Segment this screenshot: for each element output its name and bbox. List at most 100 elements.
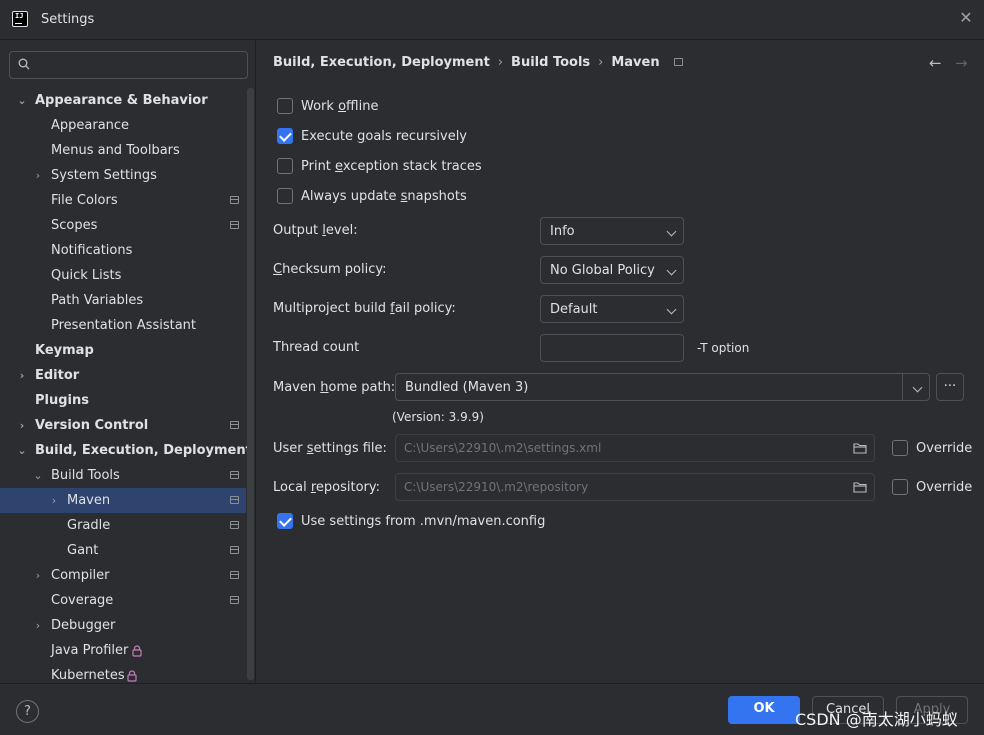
sidebar-item-editor[interactable]: › Editor <box>0 363 246 388</box>
sidebar-item-label: Gradle <box>67 518 111 533</box>
checksum-policy-label: Checksum policy: <box>273 262 387 277</box>
chevron-down-icon: ⌄ <box>33 469 43 482</box>
user-settings-label: User settings file: <box>273 441 387 456</box>
fail-policy-value: Default <box>550 302 598 317</box>
sidebar-item-label: Keymap <box>35 343 94 358</box>
breadcrumb: Build, Execution, Deployment › Build Tools… <box>273 55 683 70</box>
project-level-icon <box>230 221 239 229</box>
local-repository-input[interactable]: C:\Users\22910\.m2\repository <box>395 473 875 501</box>
forward-arrow-icon[interactable]: → <box>955 54 968 72</box>
help-icon[interactable]: ? <box>16 700 39 723</box>
lock-icon <box>132 645 142 657</box>
sidebar-item-gant[interactable]: Gant <box>0 538 246 563</box>
sidebar-item-gradle[interactable]: Gradle <box>0 513 246 538</box>
execute-goals-recursively-checkbox[interactable] <box>277 128 293 144</box>
settings-tree: ⌄ Appearance & Behavior Appearance Menus… <box>0 88 252 683</box>
maven-home-value: Bundled (Maven 3) <box>405 380 529 395</box>
folder-icon[interactable] <box>853 481 867 493</box>
sidebar-item-debugger[interactable]: › Debugger <box>0 613 246 638</box>
checksum-policy-value: No Global Policy <box>550 263 655 278</box>
sidebar-item-build-execution-deployment[interactable]: ⌄ Build, Execution, Deployment <box>0 438 251 463</box>
sidebar-item-label: Maven <box>67 493 111 508</box>
sidebar-item-path-variables[interactable]: Path Variables <box>0 288 246 313</box>
sidebar-item-notifications[interactable]: Notifications <box>0 238 246 263</box>
sidebar-item-label: Plugins <box>35 393 89 408</box>
search-input[interactable] <box>9 51 248 79</box>
sidebar-item-plugins[interactable]: Plugins <box>0 388 246 413</box>
sidebar-item-presentation-assistant[interactable]: Presentation Assistant <box>0 313 246 338</box>
chevron-down-icon <box>666 304 677 315</box>
local-repository-value: C:\Users\22910\.m2\repository <box>404 480 589 494</box>
print-exception-checkbox[interactable] <box>277 158 293 174</box>
sidebar-item-coverage[interactable]: Coverage <box>0 588 246 613</box>
sidebar-item-keymap[interactable]: Keymap <box>0 338 246 363</box>
sidebar-item-build-tools[interactable]: ⌄ Build Tools <box>0 463 246 488</box>
project-level-icon <box>673 58 683 66</box>
sidebar-item-kubernetes[interactable]: Kubernetes <box>0 663 246 683</box>
breadcrumb-separator: › <box>497 55 504 70</box>
maven-home-select[interactable]: Bundled (Maven 3) <box>395 373 930 401</box>
sidebar-item-version-control[interactable]: › Version Control <box>0 413 246 438</box>
project-level-icon <box>230 571 239 579</box>
breadcrumb-item[interactable]: Build Tools <box>511 55 590 70</box>
local-repository-override-checkbox[interactable] <box>892 479 908 495</box>
sidebar-item-appearance-behavior[interactable]: ⌄ Appearance & Behavior <box>0 88 246 113</box>
chevron-down-icon: ⌄ <box>17 94 27 107</box>
sidebar-item-label: Gant <box>67 543 99 558</box>
user-settings-override-label: Override <box>916 441 973 456</box>
sidebar-item-scopes[interactable]: Scopes <box>0 213 246 238</box>
sidebar-item-file-colors[interactable]: File Colors <box>0 188 246 213</box>
sidebar-item-label: Appearance & Behavior <box>35 93 208 108</box>
back-arrow-icon[interactable]: ← <box>929 54 942 72</box>
use-mvn-config-label: Use settings from .mvn/maven.config <box>301 514 546 529</box>
output-level-select[interactable]: Info <box>540 217 684 245</box>
sidebar-item-label: System Settings <box>51 168 157 183</box>
dialog-footer: ? OK Cancel Apply CSDN @南太湖小蚂蚁 <box>0 683 984 735</box>
ok-button[interactable]: OK <box>728 696 800 724</box>
breadcrumb-item[interactable]: Build, Execution, Deployment <box>273 55 490 70</box>
fail-policy-select[interactable]: Default <box>540 295 684 323</box>
sidebar-item-java-profiler[interactable]: Java Profiler <box>0 638 246 663</box>
sidebar-item-compiler[interactable]: › Compiler <box>0 563 246 588</box>
sidebar-item-label: Build Tools <box>51 468 120 483</box>
user-settings-input[interactable]: C:\Users\22910\.m2\settings.xml <box>395 434 875 462</box>
use-mvn-config-checkbox[interactable] <box>277 513 293 529</box>
user-settings-override-checkbox[interactable] <box>892 440 908 456</box>
work-offline-checkbox[interactable] <box>277 98 293 114</box>
thread-count-hint: -T option <box>697 341 750 355</box>
always-update-snapshots-checkbox[interactable] <box>277 188 293 204</box>
sidebar-item-appearance[interactable]: Appearance <box>0 113 246 138</box>
user-settings-value: C:\Users\22910\.m2\settings.xml <box>404 441 602 455</box>
chevron-right-icon: › <box>35 619 41 632</box>
sidebar-item-label: Path Variables <box>51 293 144 308</box>
sidebar-item-quick-lists[interactable]: Quick Lists <box>0 263 246 288</box>
chevron-right-icon: › <box>19 369 25 382</box>
project-level-icon <box>230 596 239 604</box>
output-level-label: Output level: <box>273 223 358 238</box>
sidebar-item-menus-toolbars[interactable]: Menus and Toolbars <box>0 138 246 163</box>
sidebar-scrollbar[interactable] <box>247 88 254 680</box>
sidebar-item-label: Notifications <box>51 243 133 258</box>
window-title: Settings <box>41 12 95 27</box>
project-level-icon <box>230 196 239 204</box>
chevron-right-icon: › <box>51 494 57 507</box>
output-level-value: Info <box>550 224 575 239</box>
sidebar-item-label: Menus and Toolbars <box>51 143 180 158</box>
print-exception-label: Print exception stack traces <box>301 159 482 174</box>
maven-home-label: Maven home path: <box>273 380 396 395</box>
folder-icon[interactable] <box>853 442 867 454</box>
sidebar-item-maven[interactable]: › Maven <box>0 488 246 513</box>
sidebar-item-label: File Colors <box>51 193 118 208</box>
sidebar-item-label: Java Profiler <box>51 643 129 658</box>
project-level-icon <box>230 471 239 479</box>
browse-maven-home-button[interactable]: ... <box>936 373 964 401</box>
lock-icon <box>127 670 137 682</box>
chevron-right-icon: › <box>35 569 41 582</box>
project-level-icon <box>230 521 239 529</box>
sidebar-item-system-settings[interactable]: › System Settings <box>0 163 246 188</box>
close-icon[interactable]: ✕ <box>958 10 974 26</box>
sidebar-item-label: Debugger <box>51 618 116 633</box>
thread-count-input[interactable] <box>540 334 684 362</box>
search-icon <box>18 58 30 70</box>
checksum-policy-select[interactable]: No Global Policy <box>540 256 684 284</box>
